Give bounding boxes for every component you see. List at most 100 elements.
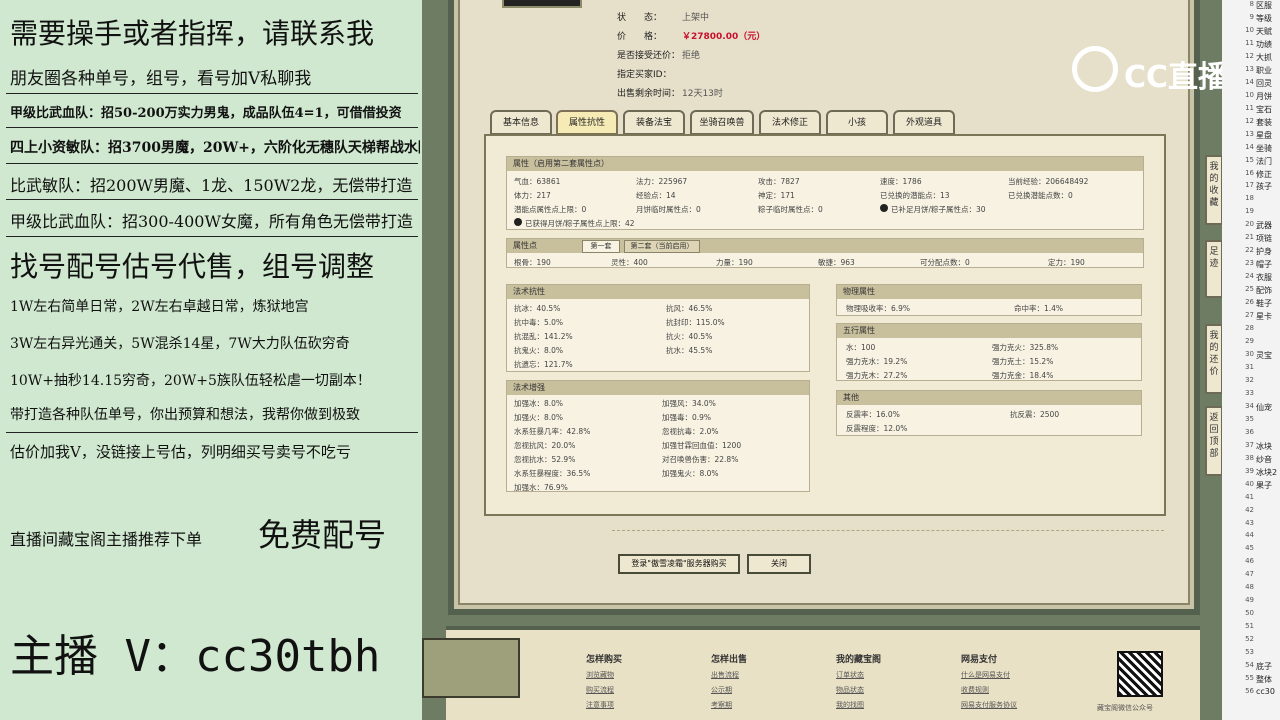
divider	[6, 163, 418, 164]
points-cell: 敏捷：963	[818, 258, 855, 267]
sheet-cell[interactable]: 衣服	[1256, 272, 1280, 283]
sheet-cell[interactable]: 纱音	[1256, 454, 1280, 465]
help-icon[interactable]	[514, 218, 522, 226]
sheet-row-number: 32	[1245, 376, 1254, 384]
sheet-cell[interactable]: 孩子	[1256, 181, 1280, 192]
sheet-cell[interactable]: 法门	[1256, 156, 1280, 167]
five-cell: 强力克金：18.4%	[992, 371, 1054, 380]
ad-line: 带打造各种队伍单号，你出预算和想法，我帮你做到极致	[10, 407, 360, 423]
divider	[6, 127, 418, 128]
sheet-cell[interactable]: 冰块	[1256, 441, 1280, 452]
boost-cell: 水系狂暴程度：36.5%	[514, 469, 591, 478]
buyer-label: 指定买家ID：	[617, 70, 672, 80]
streamer-ad-panel: 需要操手或者指挥，请联系我 朋友圈各种单号，组号，看号加V私聊我 甲级比武血队：…	[0, 0, 422, 720]
sheet-row-number: 21	[1245, 233, 1254, 241]
sheet-cell[interactable]: 护身	[1256, 246, 1280, 257]
footer-link[interactable]: 出售流程	[711, 670, 739, 680]
tab-equipment[interactable]: 装备法宝	[623, 110, 685, 135]
back-to-top-button[interactable]: 返回顶部	[1205, 406, 1223, 476]
sheet-cell[interactable]: 等级	[1256, 13, 1280, 24]
sheet-cell[interactable]: 宝石	[1256, 104, 1280, 115]
sheet-cell[interactable]: 月饼	[1256, 91, 1280, 102]
sheet-row-number: 14	[1245, 143, 1254, 151]
qr-caption: 藏宝阁微信公众号	[1097, 704, 1153, 712]
my-favorites-button[interactable]: 我的收藏	[1205, 155, 1223, 225]
sheet-cell[interactable]: 配饰	[1256, 285, 1280, 296]
sheet-cell[interactable]: 区服	[1256, 0, 1280, 11]
points-cell: 力量：190	[716, 258, 753, 267]
footer-link[interactable]: 网易支付服务协议	[961, 700, 1017, 710]
ad-contact: 主播 V：cc30tbh	[10, 631, 381, 682]
physical-cell: 命中率：1.4%	[1014, 304, 1064, 313]
sheet-row-number: 15	[1245, 156, 1254, 164]
sheet-cell[interactable]: 果子	[1256, 480, 1280, 491]
login-to-buy-button[interactable]: 登录"傲雪凌霜"服务器购买	[618, 554, 740, 574]
footprint-button[interactable]: 足迹	[1205, 240, 1223, 298]
watermark-text: CC直播	[1124, 60, 1229, 95]
sheet-cell[interactable]: 整体	[1256, 674, 1280, 685]
footer-link[interactable]: 物品状态	[836, 685, 864, 695]
points-tab-set1[interactable]: 第一套	[582, 240, 620, 253]
resist-cell: 抗火：40.5%	[666, 332, 713, 341]
sheet-cell[interactable]: 套装	[1256, 117, 1280, 128]
sheet-cell[interactable]: 帽子	[1256, 259, 1280, 270]
sheet-cell[interactable]: 回灵	[1256, 78, 1280, 89]
footer-link[interactable]: 公示期	[711, 685, 732, 695]
sheet-cell[interactable]: 星卡	[1256, 311, 1280, 322]
footer-link[interactable]: 什么是网易支付	[961, 670, 1010, 680]
status-label: 状 态：	[617, 13, 663, 23]
sheet-row-number: 10	[1245, 91, 1254, 99]
footer-link[interactable]: 考察期	[711, 700, 732, 710]
sheet-cell[interactable]: 鞋子	[1256, 298, 1280, 309]
resist-cell: 抗中毒：5.0%	[514, 318, 564, 327]
sheet-cell[interactable]: 项链	[1256, 233, 1280, 244]
my-bargains-button[interactable]: 我的还价	[1205, 324, 1223, 394]
sheet-cell[interactable]: 职业	[1256, 65, 1280, 76]
sheet-cell[interactable]: 大抓	[1256, 52, 1280, 63]
sheet-cell[interactable]: 天赋	[1256, 26, 1280, 37]
sheet-cell[interactable]: 星盘	[1256, 130, 1280, 141]
tab-mounts-pets[interactable]: 坐骑召唤兽	[690, 110, 754, 135]
sheet-row-number: 18	[1245, 194, 1254, 202]
footer-link[interactable]: 订单状态	[836, 670, 864, 680]
help-icon[interactable]	[880, 204, 888, 212]
sheet-cell[interactable]: 武器	[1256, 220, 1280, 231]
sheet-row-number: 38	[1245, 454, 1254, 462]
divider	[6, 199, 418, 200]
tab-spell-mods[interactable]: 法术修正	[759, 110, 821, 135]
boost-cell: 忽视抗水：52.9%	[514, 455, 576, 464]
footer-link[interactable]: 浏览藏物	[586, 670, 614, 680]
footer-link[interactable]: 注意事项	[586, 700, 614, 710]
close-button[interactable]: 关闭	[747, 554, 811, 574]
sheet-row-number: 11	[1245, 104, 1254, 112]
sheet-cell[interactable]: 功绩	[1256, 39, 1280, 50]
footer-heading: 网易支付	[961, 655, 998, 665]
sheet-cell[interactable]: 灵宝	[1256, 350, 1280, 361]
sheet-row-number: 27	[1245, 311, 1254, 319]
sheet-cell[interactable]: cc30	[1256, 687, 1280, 696]
sheet-cell[interactable]: 仙宠	[1256, 402, 1280, 413]
tab-attributes[interactable]: 属性抗性	[556, 110, 618, 135]
section-header: 属性（启用第二套属性点）	[507, 157, 1143, 171]
section-header: 五行属性	[837, 324, 1141, 338]
tab-appearance[interactable]: 外观道具	[893, 110, 955, 135]
sheet-row-number: 34	[1245, 402, 1254, 410]
five-cell: 强力克水：19.2%	[846, 357, 908, 366]
sheet-row-number: 50	[1245, 609, 1254, 617]
footer-link[interactable]: 购买流程	[586, 685, 614, 695]
other-cell: 抗反震：2500	[1010, 410, 1060, 419]
points-tab-set2[interactable]: 第二套（当前启用）	[624, 240, 700, 253]
sheet-cell[interactable]: 冰块2	[1256, 467, 1280, 478]
footer-link[interactable]: 收费规则	[961, 685, 989, 695]
tab-basic-info[interactable]: 基本信息	[490, 110, 552, 135]
attr-cell: 攻击：7827	[758, 177, 800, 186]
sheet-cell[interactable]: 底子	[1256, 661, 1280, 672]
time-label: 出售剩余时间：	[617, 89, 681, 99]
tab-child[interactable]: 小孩	[826, 110, 888, 135]
footer-link[interactable]: 我的找图	[836, 700, 864, 710]
sheet-row-number: 35	[1245, 415, 1254, 423]
sheet-cell[interactable]: 坐骑	[1256, 143, 1280, 154]
sheet-row-number: 8	[1249, 0, 1254, 8]
sheet-cell[interactable]: 修正	[1256, 169, 1280, 180]
sheet-row-number: 55	[1245, 674, 1254, 682]
